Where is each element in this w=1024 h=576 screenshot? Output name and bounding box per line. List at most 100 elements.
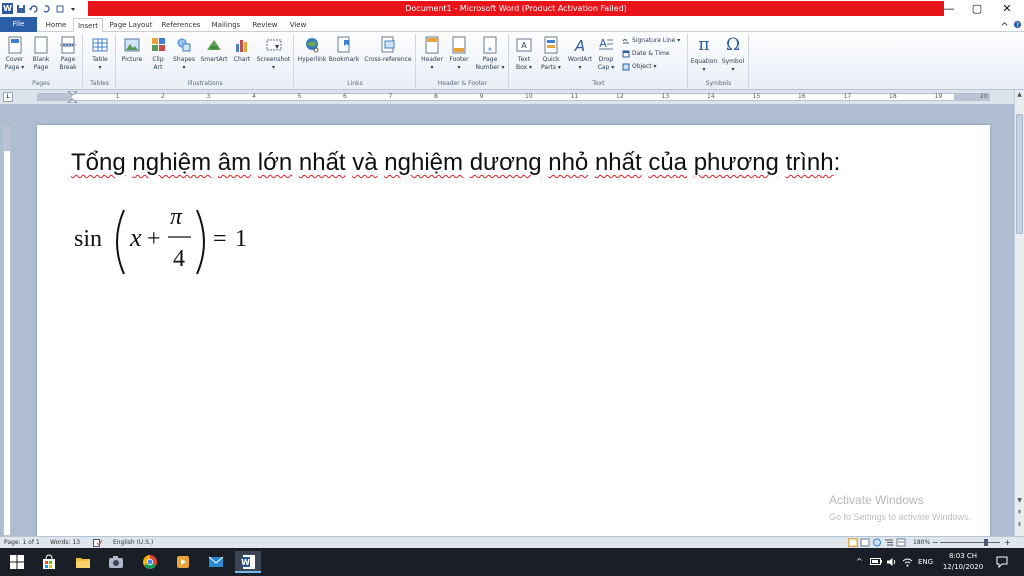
input-language[interactable]: ENG — [918, 548, 933, 576]
horizontal-ruler[interactable]: 1 2 3 4 5 6 7 8 9 10 11 12 13 14 15 16 17 18 19 20 — [37, 91, 990, 103]
volume-icon[interactable] — [886, 557, 897, 567]
blank-page-button[interactable]: Blank Page — [28, 36, 54, 72]
doc-word[interactable]: của — [648, 149, 687, 176]
smartart-button[interactable]: SmartArt — [199, 36, 229, 64]
page-number-button[interactable]: # Page Number ▾ — [473, 36, 507, 72]
language-indicator[interactable]: English (U.S.) — [113, 537, 153, 548]
cover-page-button[interactable]: Cover Page ▾ — [2, 36, 27, 72]
shapes-button[interactable]: Shapes ▾ — [171, 36, 197, 72]
print-layout-view-icon[interactable] — [848, 538, 858, 547]
help-icon[interactable]: ? — [1013, 20, 1022, 29]
symbol-button[interactable]: Ω Symbol ▾ — [719, 36, 747, 74]
scroll-up-arrow[interactable]: ▲ — [1015, 90, 1024, 100]
doc-word[interactable]: Tổng — [71, 149, 126, 176]
drop-cap-button[interactable]: A Drop Cap ▾ — [594, 36, 618, 72]
system-clock[interactable]: 8:03 CH 12/10/2020 — [937, 551, 989, 573]
action-center-icon[interactable] — [996, 556, 1008, 568]
close-button[interactable]: ✕ — [992, 1, 1022, 16]
signature-line-button[interactable]: Signature Line ▾ — [622, 36, 680, 46]
proofing-icon[interactable] — [93, 539, 102, 547]
start-button[interactable] — [4, 551, 30, 573]
word-app-icon[interactable]: W — [2, 3, 13, 14]
clip-art-button[interactable]: Clip Art — [147, 36, 169, 72]
battery-icon[interactable] — [870, 557, 882, 566]
taskbar-media-player[interactable] — [170, 551, 196, 573]
table-button[interactable]: Table ▾ — [86, 36, 114, 72]
doc-word[interactable]: dương — [470, 149, 542, 176]
outline-view-icon[interactable] — [884, 538, 894, 547]
dropdown-icon[interactable] — [68, 4, 78, 14]
next-page-icon[interactable]: ⇟ — [1015, 520, 1024, 530]
zoom-slider[interactable] — [940, 542, 1000, 543]
wifi-icon[interactable] — [902, 557, 913, 567]
vertical-ruler[interactable] — [3, 126, 11, 536]
document-paragraph[interactable]: Tổng nghiệm âm lớn nhất và nghiệm dương … — [71, 149, 840, 177]
doc-word[interactable]: nhất — [299, 149, 346, 176]
equation-button[interactable]: π Equation ▾ — [689, 36, 719, 74]
page-count[interactable]: Page: 1 of 1 — [4, 537, 40, 548]
cross-reference-button[interactable]: Cross-reference — [361, 36, 415, 64]
quick-parts-button[interactable]: Quick Parts ▾ — [537, 36, 565, 72]
vertical-scrollbar[interactable]: ▲ ▼ ⇞ ⇟ — [1014, 90, 1024, 536]
tab-home[interactable]: Home — [40, 18, 72, 32]
minimize-button[interactable]: — — [934, 1, 964, 16]
picture-button[interactable]: Picture — [119, 36, 145, 64]
scroll-down-arrow[interactable]: ▼ — [1015, 496, 1024, 506]
tab-selector-button[interactable]: L — [3, 92, 13, 102]
wordart-button[interactable]: A WordArt ▾ — [566, 36, 594, 72]
zoom-level[interactable]: 180% — [913, 537, 930, 548]
footer-button[interactable]: Footer ▾ — [446, 36, 472, 72]
draft-view-icon[interactable] — [896, 538, 906, 547]
maximize-button[interactable]: ▢ — [962, 1, 992, 16]
word-count[interactable]: Words: 13 — [50, 537, 80, 548]
zoom-slider-knob[interactable] — [984, 539, 988, 546]
tab-view[interactable]: View — [284, 18, 312, 32]
doc-word[interactable]: nhỏ — [548, 149, 588, 176]
doc-word[interactable]: : — [834, 149, 841, 176]
taskbar-mail[interactable] — [203, 551, 229, 573]
doc-word[interactable]: nghiệm — [384, 149, 463, 176]
tab-page-layout[interactable]: Page Layout — [106, 18, 156, 32]
indent-marker-icon[interactable] — [68, 91, 77, 103]
undo-icon[interactable] — [29, 4, 39, 14]
hyperlink-button[interactable]: Hyperlink — [297, 36, 327, 64]
tab-file[interactable]: File — [0, 17, 37, 32]
tab-references[interactable]: References — [158, 18, 204, 32]
tab-insert[interactable]: Insert — [73, 18, 103, 33]
scrollbar-thumb[interactable] — [1016, 114, 1023, 234]
doc-word[interactable]: phương — [694, 149, 779, 176]
taskbar-camera[interactable] — [103, 551, 129, 573]
chart-button[interactable]: Chart — [231, 36, 253, 64]
date-time-button[interactable]: Date & Time — [622, 49, 670, 59]
screenshot-button[interactable]: Screenshot ▾ — [255, 36, 292, 72]
header-button[interactable]: Header ▾ — [419, 36, 445, 72]
page-break-button[interactable]: Page Break — [55, 36, 81, 72]
full-screen-reading-icon[interactable] — [860, 538, 870, 547]
web-layout-icon[interactable] — [872, 538, 882, 547]
object-button[interactable]: Object ▾ — [622, 62, 656, 72]
zoom-in-button[interactable]: + — [1004, 537, 1011, 548]
bookmark-button[interactable]: Bookmark — [328, 36, 360, 64]
taskbar-word[interactable]: W — [235, 551, 261, 573]
prev-page-icon[interactable]: ⇞ — [1015, 508, 1024, 518]
document-page[interactable]: Tổng nghiệm âm lớn nhất và nghiệm dương … — [37, 125, 990, 536]
redo-icon[interactable] — [42, 4, 52, 14]
text-box-button[interactable]: A Text Box ▾ — [512, 36, 536, 72]
doc-word[interactable]: trình — [786, 149, 834, 176]
zoom-out-button[interactable]: − — [932, 537, 939, 548]
taskbar-file-explorer[interactable] — [70, 551, 96, 573]
taskbar-chrome[interactable] — [137, 551, 163, 573]
doc-word[interactable]: nghiệm — [132, 149, 211, 176]
minimize-ribbon-icon[interactable] — [1000, 20, 1009, 29]
math-equation[interactable]: sin x + π 4 = 1 — [74, 200, 254, 280]
customize-qat-icon[interactable] — [55, 4, 65, 14]
tray-overflow-button[interactable]: ^ — [856, 548, 863, 576]
tab-review[interactable]: Review — [248, 18, 282, 32]
tab-mailings[interactable]: Mailings — [206, 18, 246, 32]
doc-word[interactable]: và — [352, 149, 377, 176]
doc-word[interactable]: lớn — [258, 149, 292, 176]
doc-word[interactable]: âm — [218, 149, 251, 176]
save-icon[interactable] — [16, 4, 26, 14]
taskbar-store[interactable] — [36, 551, 62, 573]
doc-word[interactable]: nhất — [595, 149, 642, 176]
